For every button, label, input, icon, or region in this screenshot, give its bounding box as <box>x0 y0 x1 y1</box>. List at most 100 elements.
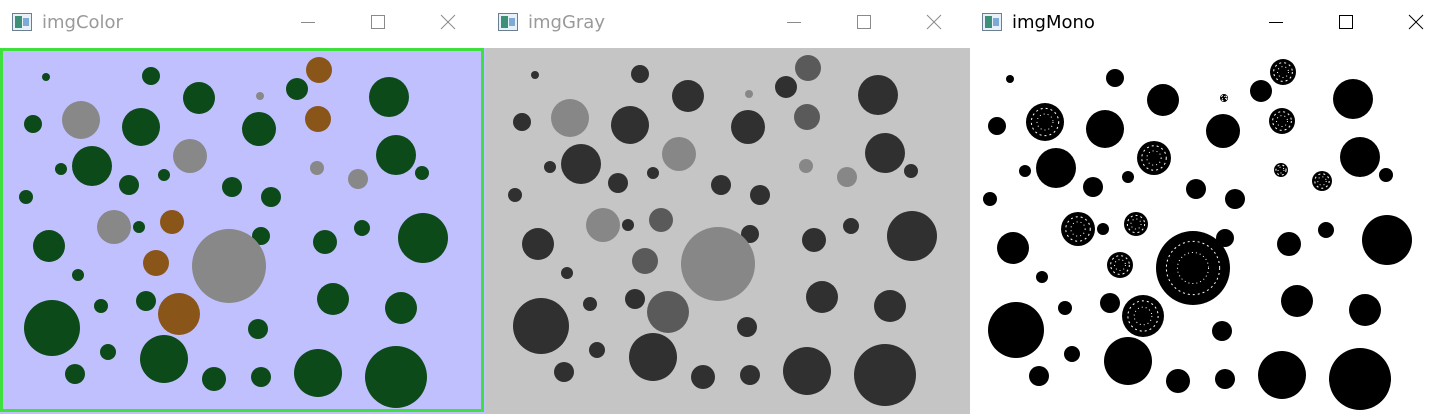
window-title: imgMono <box>1012 12 1095 33</box>
dark-blob <box>122 108 160 146</box>
dark-blob <box>904 164 918 178</box>
close-icon <box>1408 14 1424 30</box>
gray-blob <box>348 169 368 189</box>
image-canvas <box>486 48 970 414</box>
dark-blob <box>19 190 33 204</box>
black-blob <box>1318 222 1334 238</box>
dark-blob <box>158 169 170 181</box>
window-img-mono[interactable]: imgMono <box>970 0 1453 414</box>
dark-blob <box>354 220 370 236</box>
dark-blob <box>72 269 84 281</box>
dark-blob <box>583 297 597 311</box>
minimize-button[interactable] <box>1266 12 1286 32</box>
brown-blob <box>158 293 200 335</box>
dark-blob <box>737 317 757 337</box>
close-button[interactable] <box>438 12 458 32</box>
dark-blob <box>802 228 826 252</box>
dark-blob <box>629 333 677 381</box>
black-blob <box>1225 189 1245 209</box>
dark-blob <box>843 218 859 234</box>
brown-blob <box>143 250 169 276</box>
dark-blob <box>376 135 416 175</box>
close-icon <box>440 14 456 30</box>
dark-blob <box>611 106 649 144</box>
black-blob <box>1186 179 1206 199</box>
black-blob <box>1064 346 1080 362</box>
window-img-gray[interactable]: imgGray <box>486 0 970 414</box>
black-blob <box>983 192 997 206</box>
dark-blob <box>248 319 268 339</box>
brown-blob <box>794 104 820 130</box>
title-bar[interactable]: imgColor <box>0 0 486 48</box>
black-blob <box>988 302 1044 358</box>
window-icon[interactable] <box>982 13 1002 31</box>
black-blob <box>1212 321 1232 341</box>
window-icon[interactable] <box>498 13 518 31</box>
gray-blob <box>551 99 589 137</box>
window-icon[interactable] <box>12 13 32 31</box>
dark-blob <box>561 267 573 279</box>
brown-blob <box>647 291 689 333</box>
black-blob <box>1106 69 1124 87</box>
black-blob <box>1019 165 1031 177</box>
dark-blob <box>142 67 160 85</box>
maximize-button[interactable] <box>854 12 874 32</box>
dark-blob <box>294 349 342 397</box>
black-blob <box>1083 177 1103 197</box>
brown-blob <box>632 248 658 274</box>
maximize-button[interactable] <box>368 12 388 32</box>
dark-blob <box>731 110 765 144</box>
dark-blob <box>286 78 308 100</box>
gray-blob <box>62 101 100 139</box>
minimize-button[interactable] <box>298 12 318 32</box>
minimize-button[interactable] <box>784 12 804 32</box>
close-button[interactable] <box>924 12 944 32</box>
black-blob <box>988 117 1006 135</box>
minimize-icon <box>1269 22 1283 23</box>
dark-blob <box>261 187 281 207</box>
title-bar[interactable]: imgMono <box>970 0 1453 48</box>
gray-blob <box>192 229 266 303</box>
minimize-icon <box>301 22 315 23</box>
dark-blob <box>887 211 937 261</box>
dark-blob <box>65 364 85 384</box>
dark-blob <box>608 173 628 193</box>
window-title: imgGray <box>528 12 605 33</box>
dark-blob <box>42 73 50 81</box>
dark-blob <box>365 346 427 408</box>
maximize-icon <box>371 15 385 29</box>
dark-blob <box>222 177 242 197</box>
dark-blob <box>783 347 831 395</box>
gray-blob <box>97 210 131 244</box>
black-blob <box>1097 223 1109 235</box>
dark-blob <box>631 65 649 83</box>
dark-blob <box>531 71 539 79</box>
gray-blob <box>799 159 813 173</box>
dark-blob <box>691 365 715 389</box>
brown-blob <box>305 106 331 132</box>
title-bar[interactable]: imgGray <box>486 0 970 48</box>
dark-blob <box>398 213 448 263</box>
close-button[interactable] <box>1406 12 1426 32</box>
black-blob <box>1329 348 1391 410</box>
dark-blob <box>561 144 601 184</box>
dark-blob <box>251 367 271 387</box>
black-blob <box>1006 75 1014 83</box>
black-blob <box>1258 351 1306 399</box>
dark-blob <box>202 367 226 391</box>
maximize-button[interactable] <box>1336 12 1356 32</box>
black-blob <box>1333 79 1373 119</box>
dark-blob <box>508 188 522 202</box>
black-blob <box>1100 293 1120 313</box>
dark-blob <box>313 230 337 254</box>
window-img-color[interactable]: imgColor <box>0 0 486 414</box>
gray-blob <box>173 139 207 173</box>
color-image <box>0 48 486 414</box>
noisy-blob <box>1156 231 1230 305</box>
gray-blob <box>662 137 696 171</box>
dark-blob <box>317 283 349 315</box>
dark-blob <box>369 77 409 117</box>
gray-blob <box>586 208 620 242</box>
dark-blob <box>119 175 139 195</box>
brown-blob <box>795 55 821 81</box>
